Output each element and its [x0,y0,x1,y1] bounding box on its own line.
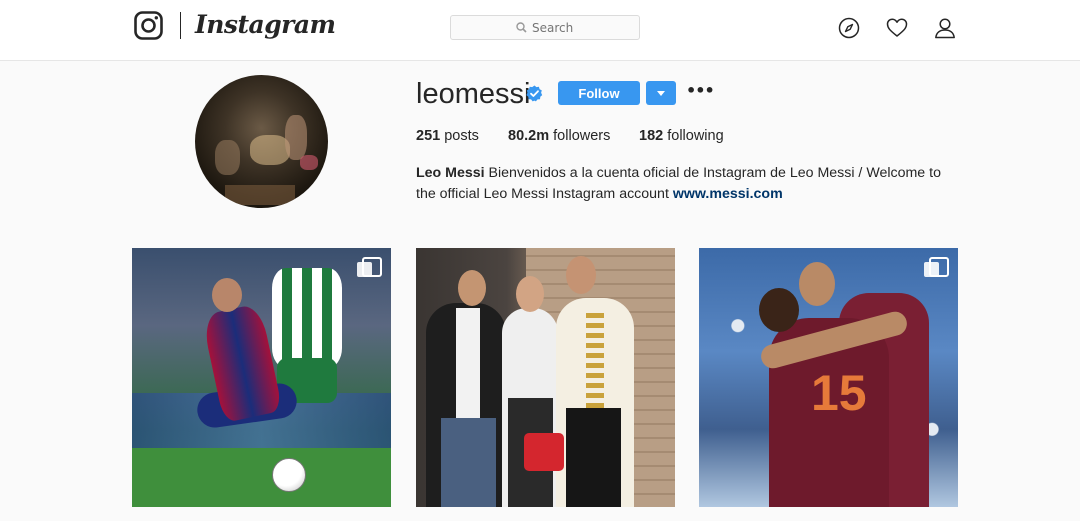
search-input[interactable] [532,20,574,35]
suggested-dropdown-button[interactable] [646,81,676,105]
followers-count: 80.2m [508,128,550,144]
compass-icon[interactable] [838,17,860,39]
user-icon[interactable] [934,17,956,39]
profile-username: leomessi [416,78,531,110]
logo-divider [180,12,181,39]
profile-bio: Leo Messi Bienvenidos a la cuenta oficia… [416,163,956,205]
search-box[interactable] [450,15,640,40]
following-count: 182 [639,128,664,144]
following-stat[interactable]: 182 following [639,128,724,144]
bio-full-name: Leo Messi [416,165,485,181]
post-thumbnail-1[interactable] [132,248,391,507]
post-thumbnail-3[interactable]: 15 [699,248,958,507]
post-thumbnail-2[interactable] [416,248,675,507]
top-navigation-bar: Instagram [0,0,1080,61]
search-icon [516,22,527,33]
following-label: following [667,128,724,144]
multi-photo-icon [924,257,949,277]
follow-button[interactable]: Follow [558,81,640,105]
more-options-button[interactable]: ••• [686,82,715,102]
multi-photo-icon [357,257,382,277]
profile-avatar[interactable] [195,75,328,208]
instagram-logo-icon[interactable] [134,11,163,40]
followers-label: followers [553,128,611,144]
posts-count: 251 [416,128,441,144]
posts-stat: 251 posts [416,128,479,144]
heart-icon[interactable] [886,17,908,39]
dropdown-caret-icon [657,90,665,96]
bio-website-link[interactable]: www.messi.com [673,186,783,202]
instagram-wordmark[interactable]: Instagram [195,7,336,43]
posts-label: posts [444,128,479,144]
followers-stat[interactable]: 80.2m followers [508,128,610,144]
verified-icon [526,85,543,102]
